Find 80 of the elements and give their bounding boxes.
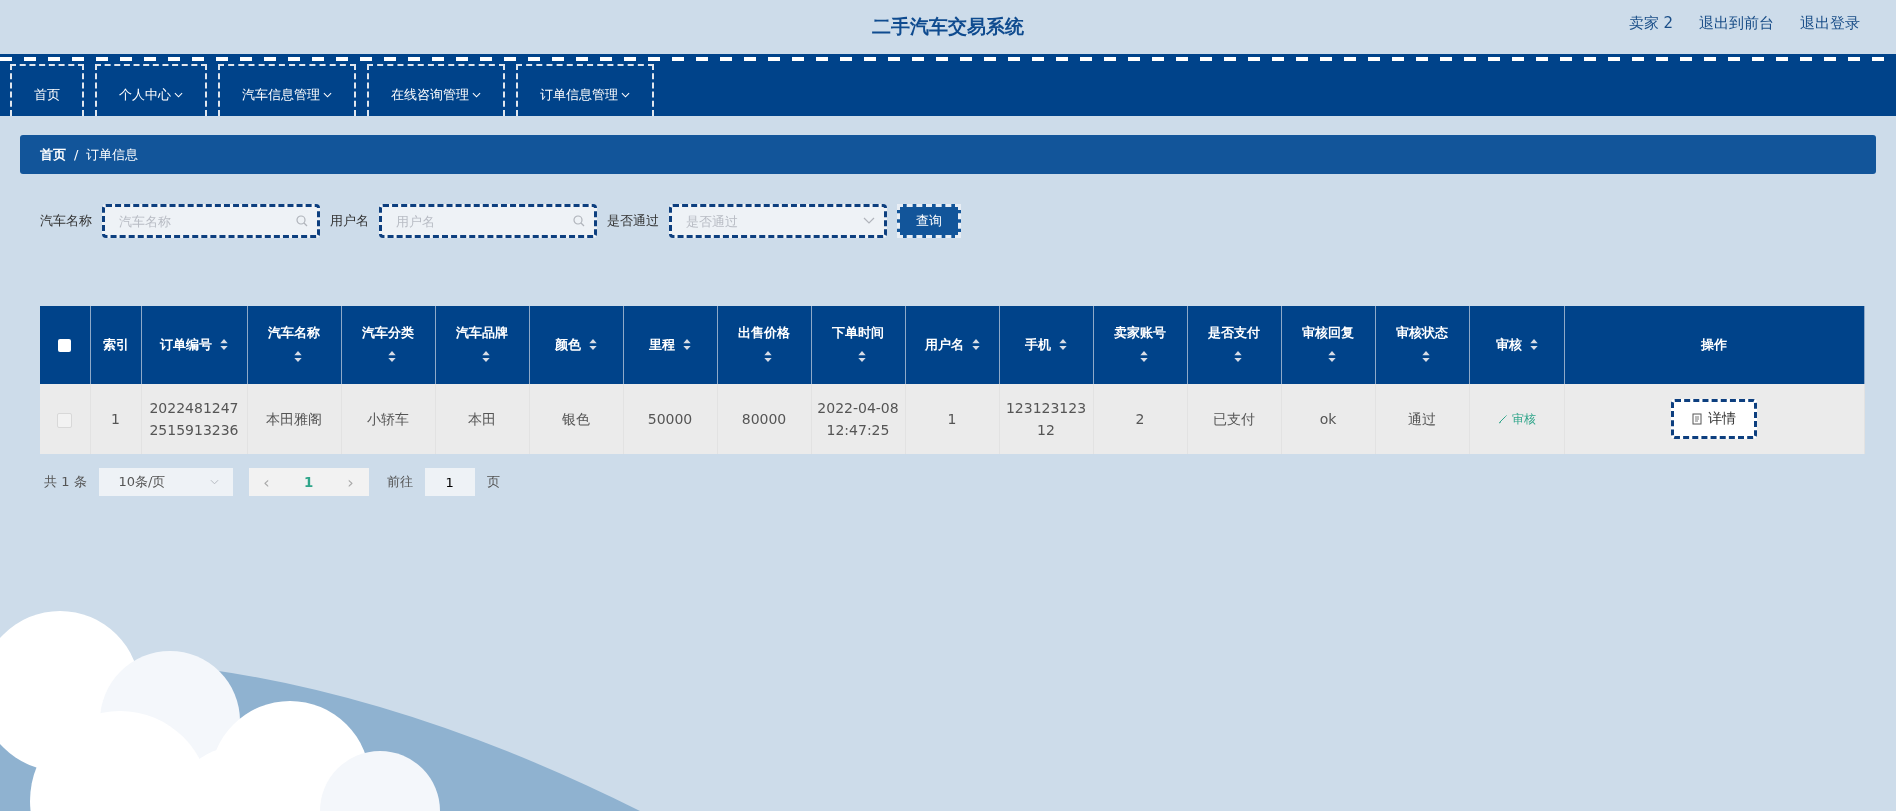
table-cell: 银色 <box>529 384 623 454</box>
total-count: 共 1 条 <box>44 473 87 491</box>
table-cell: 本田雅阁 <box>247 384 341 454</box>
field-label: 是否通过 <box>607 212 659 230</box>
table-header-cell: 颜色 <box>529 306 623 384</box>
caret-icon <box>323 92 332 98</box>
caret-icon <box>621 92 630 98</box>
table-cell: 12312312312 <box>999 384 1093 454</box>
sort-icon[interactable] <box>1529 339 1538 350</box>
sort-icon[interactable] <box>1422 351 1430 362</box>
caret-icon <box>472 92 481 98</box>
select-all-checkbox[interactable] <box>58 339 72 352</box>
sort-icon[interactable] <box>1328 351 1336 362</box>
document-icon <box>1692 413 1702 425</box>
table-cell: 2022-04-08 12:47:25 <box>811 384 905 454</box>
search-icon <box>296 215 308 227</box>
sort-icon[interactable] <box>589 339 597 350</box>
page-size-select[interactable]: 10条/页 <box>98 468 233 496</box>
sort-icon[interactable] <box>764 351 772 362</box>
sort-icon[interactable] <box>1234 351 1242 362</box>
sort-icon[interactable] <box>1140 351 1148 362</box>
search-icon <box>573 215 585 227</box>
table-cell: 通过 <box>1375 384 1469 454</box>
table-header-cell: 是否支付 <box>1187 306 1281 384</box>
breadcrumb-separator: / <box>74 147 79 162</box>
nav-tab[interactable]: 订单信息管理 <box>516 64 654 116</box>
pencil-icon <box>1497 414 1508 424</box>
breadcrumb-item[interactable]: 订单信息 <box>86 145 139 164</box>
sort-icon[interactable] <box>220 339 228 350</box>
nav-tab[interactable]: 在线咨询管理 <box>367 64 505 116</box>
table-cell: 1 <box>90 384 141 454</box>
table-header-cell: 订单编号 <box>141 306 247 384</box>
nav-tab[interactable]: 个人中心 <box>95 64 207 116</box>
table-cell: 20224812472515913236 <box>141 384 247 454</box>
goto-label: 前往 <box>386 473 413 491</box>
nav-tab[interactable]: 首页 <box>10 64 84 116</box>
caret-icon <box>174 92 183 98</box>
table-header-cell: 出售价格 <box>717 306 811 384</box>
sort-icon[interactable] <box>1059 339 1067 350</box>
page-suffix: 页 <box>486 473 500 491</box>
table-cell: ok <box>1281 384 1375 454</box>
table-cell: 小轿车 <box>341 384 435 454</box>
header-link[interactable]: 退出到前台 <box>1699 14 1774 33</box>
table-header-cell: 手机 <box>999 306 1093 384</box>
table-header-cell: 汽车分类 <box>341 306 435 384</box>
table-header-cell: 汽车品牌 <box>435 306 529 384</box>
sort-icon[interactable] <box>683 339 691 350</box>
sort-icon[interactable] <box>482 351 490 362</box>
table-header-cell: 审核回复 <box>1281 306 1375 384</box>
table-header-cell: 用户名 <box>905 306 999 384</box>
table-header-cell: 汽车名称 <box>247 306 341 384</box>
table-header-cell: 审核状态 <box>1375 306 1469 384</box>
table-cell: 本田 <box>435 384 529 454</box>
table-cell: 2 <box>1093 384 1187 454</box>
field-label: 汽车名称 <box>40 212 92 230</box>
sort-icon[interactable] <box>388 351 396 362</box>
system-title: 二手汽车交易系统 <box>872 14 1024 39</box>
table-header-cell: 审核 <box>1469 306 1564 384</box>
table-cell: 80000 <box>717 384 811 454</box>
header-link[interactable]: 退出登录 <box>1800 14 1860 33</box>
table-cell: 50000 <box>623 384 717 454</box>
sort-icon[interactable] <box>971 339 980 350</box>
breadcrumb-item[interactable]: 首页 <box>40 145 66 164</box>
header-link[interactable]: 卖家 2 <box>1628 14 1673 33</box>
row-checkbox[interactable] <box>57 412 73 428</box>
detail-button[interactable]: 详情 <box>1671 399 1757 439</box>
caret-icon <box>209 479 219 485</box>
table-header-cell: 卖家账号 <box>1093 306 1187 384</box>
search-button[interactable]: 查询 <box>897 204 961 238</box>
sort-icon[interactable] <box>294 351 302 362</box>
nav-tab[interactable]: 汽车信息管理 <box>218 64 356 116</box>
table-header-cell: 下单时间 <box>811 306 905 384</box>
table-header-cell: 操作 <box>1564 306 1864 384</box>
table-cell: 已支付 <box>1187 384 1281 454</box>
goto-page-field[interactable]: 1 <box>424 468 475 496</box>
table-cell: 1 <box>905 384 999 454</box>
table-header-cell: 里程 <box>623 306 717 384</box>
sort-icon[interactable] <box>858 351 866 362</box>
table-header-cell: 索引 <box>90 306 141 384</box>
field-label: 用户名 <box>330 212 369 230</box>
